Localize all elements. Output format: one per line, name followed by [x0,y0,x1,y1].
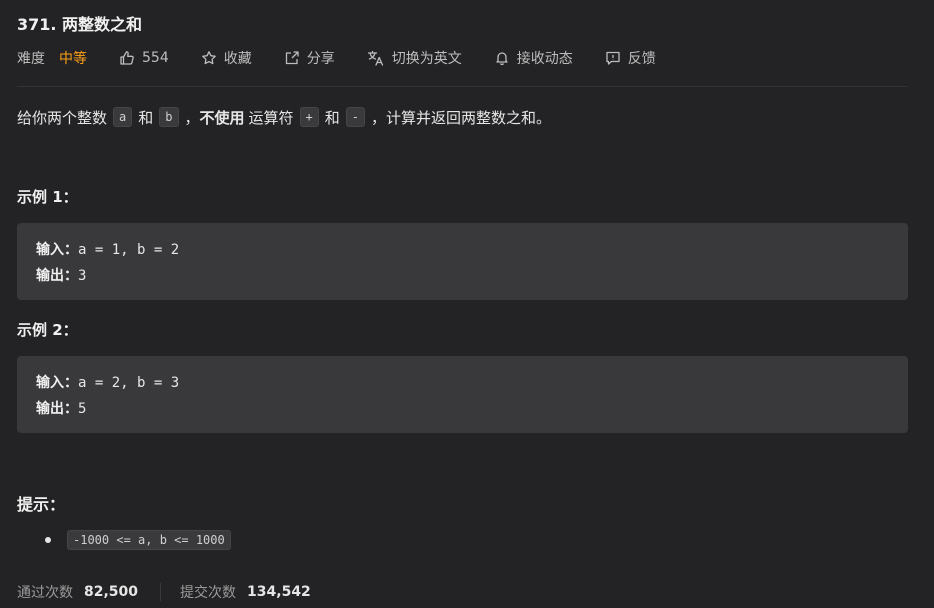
example-input-label: 输入： [36,375,78,391]
feedback-icon [606,51,620,65]
difficulty-badge: 中等 [59,51,87,67]
hints-title: 提示： [17,495,66,514]
example-input-line: 输入：a = 1, b = 2 [36,239,179,259]
translate-icon [367,50,383,66]
like-count: 554 [142,50,169,66]
submission-stats: 通过次数 82,500 提交次数 134,542 [17,582,311,602]
inline-code-minus: - [345,107,366,127]
feedback-button[interactable]: 反馈 [605,48,656,68]
star-icon [201,51,216,65]
example-title: 示例 2： [17,321,78,339]
passed-count: 82,500 [84,584,139,600]
hint-constraint-code: -1000 <= a, b <= 1000 [67,530,231,550]
inline-code-plus: + [299,107,319,127]
inline-code-b: b [159,107,179,127]
favorite-label: 收藏 [223,51,252,67]
header-divider [17,86,908,87]
problem-meta-bar: 难度 中等 554 收藏 分享 切换为英文 接收动态 反馈 [17,46,656,70]
stats-divider [160,583,162,601]
example-output-label: 输出： [36,401,78,417]
subscribe-button[interactable]: 接收动态 [494,48,573,68]
difficulty-label: 难度 [17,51,45,67]
problem-statement: 给你两个整数 a 和 b ， 不使用 运算符 + 和 - ，计算并返回两整数之和… [17,104,551,130]
example-output-label: 输出： [36,268,78,284]
share-button[interactable]: 分享 [284,48,335,68]
feedback-label: 反馈 [627,51,656,67]
example-output-line: 输出：5 [36,398,86,418]
statement-bold-text: 不使用 [199,108,245,127]
submitted-label: 提交次数 [180,585,237,601]
example-input-value: a = 2, b = 3 [78,375,180,391]
subscribe-label: 接收动态 [516,51,573,67]
example-output-value: 5 [78,401,87,417]
switch-language-button[interactable]: 切换为英文 [367,48,462,68]
thumbs-up-icon [120,51,134,65]
favorite-button[interactable]: 收藏 [201,48,252,68]
inline-code-a: a [113,107,133,127]
example-input-value: a = 1, b = 2 [78,242,180,258]
share-icon [285,51,299,65]
like-button[interactable]: 554 [119,50,169,66]
share-label: 分享 [306,51,335,67]
bell-icon [496,52,508,66]
example-title: 示例 1： [17,188,78,206]
example-block: 输入：a = 2, b = 3 输出：5 [17,356,908,433]
example-input-line: 输入：a = 2, b = 3 [36,372,179,392]
statement-text: ，计算并返回两整数之和。 [371,108,552,127]
submitted-count: 134,542 [247,584,311,600]
passed-label: 通过次数 [17,585,73,601]
hint-list-item: -1000 <= a, b <= 1000 [45,530,231,550]
statement-text: 和 [324,108,340,127]
problem-title: 371. 两整数之和 [17,15,143,34]
statement-text: 和 [138,108,154,127]
statement-text: ， [184,108,200,127]
problem-description-panel: 371. 两整数之和 难度 中等 554 收藏 分享 切换为英文 接收动态 反馈… [0,0,934,608]
statement-text: 运算符 [248,108,294,127]
statement-text: 给你两个整数 [17,108,108,127]
example-output-value: 3 [78,268,87,284]
bullet-icon [45,537,51,543]
example-input-label: 输入： [36,242,78,258]
example-block: 输入：a = 1, b = 2 输出：3 [17,223,908,300]
switch-language-label: 切换为英文 [391,51,462,67]
example-output-line: 输出：3 [36,265,86,285]
